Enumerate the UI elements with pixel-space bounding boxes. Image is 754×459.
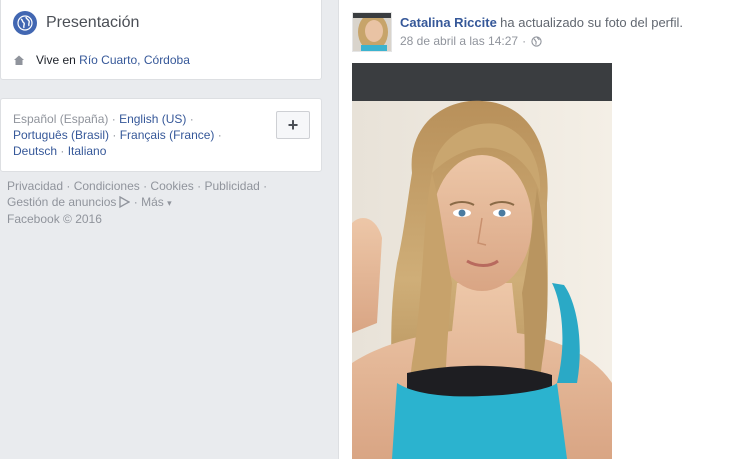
avatar[interactable] — [352, 12, 392, 52]
globe-icon — [13, 11, 37, 35]
current-language: Español (España) — [13, 112, 109, 126]
author-name-link[interactable]: Catalina Riccite — [400, 15, 497, 30]
post-column: Catalina Riccite ha actualizado su foto … — [338, 0, 754, 459]
location-link[interactable]: Río Cuarto, Córdoba — [79, 53, 190, 67]
language-link-english[interactable]: English (US) — [119, 112, 186, 126]
home-icon — [14, 55, 24, 65]
intro-header: Presentación — [13, 11, 139, 35]
language-list: Español (España) · English (US) · Portug… — [13, 112, 222, 158]
caret-down-icon: ▾ — [167, 198, 172, 208]
language-link-french[interactable]: Français (France) — [120, 128, 215, 142]
footer-link-privacy[interactable]: Privacidad — [7, 179, 63, 193]
languages-card: Español (España) · English (US) · Portug… — [0, 98, 322, 172]
post-timestamp-link[interactable]: 28 de abril a las 14:27 — [400, 34, 518, 48]
language-link-portuguese[interactable]: Português (Brasil) — [13, 128, 109, 142]
meta-separator: · — [522, 34, 527, 48]
adchoices-icon — [119, 196, 131, 208]
footer-links: Privacidad · Condiciones · Cookies · Pub… — [7, 179, 268, 226]
post-action-text: ha actualizado su foto del perfil. — [500, 15, 684, 30]
language-link-italian[interactable]: Italiano — [68, 144, 107, 158]
footer-more-button[interactable]: Más ▾ — [141, 195, 172, 209]
lives-in-prefix: Vive en — [36, 53, 76, 67]
intro-title: Presentación — [46, 14, 140, 31]
lives-in-row: Vive en Río Cuarto, Córdoba — [13, 53, 190, 67]
language-link-german[interactable]: Deutsch — [13, 144, 57, 158]
post-header: Catalina Riccite ha actualizado su foto … — [400, 15, 740, 30]
footer-link-ad-choices[interactable]: Gestión de anuncios — [7, 195, 131, 209]
post-meta: 28 de abril a las 14:27 · — [400, 34, 542, 48]
profile-photo[interactable] — [352, 63, 612, 459]
footer-link-terms[interactable]: Condiciones — [74, 179, 140, 193]
globe-icon[interactable] — [531, 35, 542, 47]
copyright-text: Facebook © 2016 — [7, 212, 102, 226]
intro-card: Presentación Vive en Río Cuarto, Córdoba — [0, 0, 322, 80]
add-language-button[interactable]: + — [276, 111, 310, 139]
footer-link-cookies[interactable]: Cookies — [150, 179, 193, 193]
footer-link-advertising[interactable]: Publicidad — [204, 179, 259, 193]
